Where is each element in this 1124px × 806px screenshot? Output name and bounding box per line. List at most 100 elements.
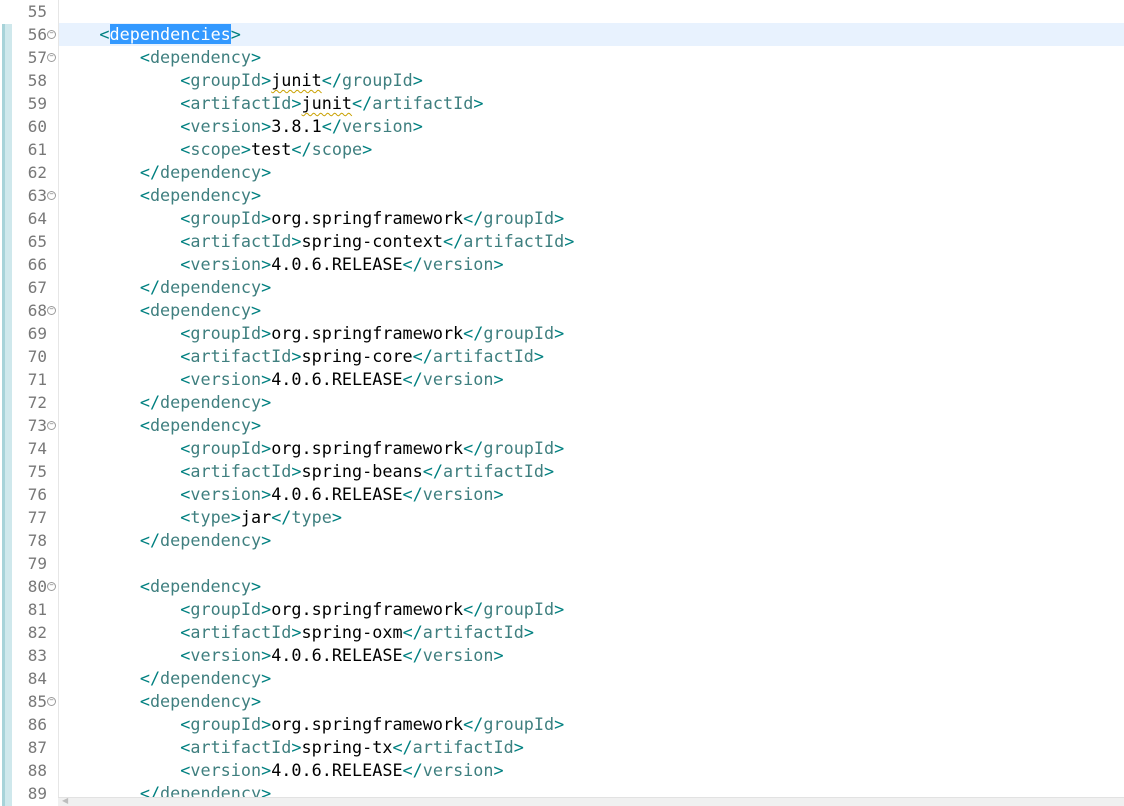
line-content: <type>jar</type> [59,506,1124,529]
code-line[interactable]: 77 <type>jar</type> [0,506,1124,529]
tag-bracket: </ [463,208,484,228]
fold-collapse-icon[interactable] [47,30,56,39]
fold-collapse-icon[interactable] [47,191,56,200]
tag-name: groupId [341,70,413,90]
tag-bracket: </ [402,760,423,780]
line-number: 79 [27,554,47,573]
tag-bracket: > [493,760,504,780]
editor-text-area[interactable]: 55 56 <dependencies>57 <dependency>58 <gr… [0,0,1124,805]
code-line[interactable]: 79 [0,552,1124,575]
code-line[interactable]: 75 <artifactId>spring-beans</artifactId> [0,460,1124,483]
tag-bracket: < [180,139,191,159]
line-content: <artifactId>junit</artifactId> [59,92,1124,115]
tag-bracket: > [261,162,272,182]
tag-bracket: </ [422,461,443,481]
code-line[interactable]: 83 <version>4.0.6.RELEASE</version> [0,644,1124,667]
line-content: </dependency> [59,391,1124,414]
element-text-value: 3.8.1 [271,116,322,136]
code-line[interactable]: 70 <artifactId>spring-core</artifactId> [0,345,1124,368]
code-line[interactable]: 64 <groupId>org.springframework</groupId… [0,207,1124,230]
code-line[interactable]: 74 <groupId>org.springframework</groupId… [0,437,1124,460]
tag-name: artifactId [190,93,292,113]
tag-name: groupId [190,323,262,343]
code-line[interactable]: 78 </dependency> [0,529,1124,552]
line-content: <groupId>org.springframework</groupId> [59,713,1124,736]
tag-bracket: </ [463,323,484,343]
code-line[interactable]: 67 </dependency> [0,276,1124,299]
scroll-left-arrow-icon[interactable]: ◀ [62,797,68,805]
code-line[interactable]: 71 <version>4.0.6.RELEASE</version> [0,368,1124,391]
code-line[interactable]: 82 <artifactId>spring-oxm</artifactId> [0,621,1124,644]
line-content [59,552,1124,575]
code-line[interactable]: 69 <groupId>org.springframework</groupId… [0,322,1124,345]
horizontal-scrollbar[interactable]: ◀ [58,797,1124,806]
line-content: <dependency> [59,299,1124,322]
tag-bracket: > [261,530,272,550]
fold-collapse-icon[interactable] [47,697,56,706]
line-number: 89 [27,784,47,803]
line-number: 63 [27,186,47,205]
line-content: <artifactId>spring-oxm</artifactId> [59,621,1124,644]
code-line[interactable]: 60 <version>3.8.1</version> [0,115,1124,138]
tag-name: version [190,116,262,136]
code-line[interactable]: 55 [0,0,1124,23]
tag-bracket: < [180,93,191,113]
xml-source-editor[interactable]: 55 56 <dependencies>57 <dependency>58 <gr… [0,0,1124,806]
code-line[interactable]: 87 <artifactId>spring-tx</artifactId> [0,736,1124,759]
element-text-value: jar [240,507,272,527]
code-line[interactable]: 86 <groupId>org.springframework</groupId… [0,713,1124,736]
line-content: <version>4.0.6.RELEASE</version> [59,253,1124,276]
line-number: 74 [27,439,47,458]
line-number: 55 [27,2,47,21]
code-line[interactable]: 68 <dependency> [0,299,1124,322]
tag-bracket: < [139,415,150,435]
code-line[interactable]: 81 <groupId>org.springframework</groupId… [0,598,1124,621]
tag-name: version [341,116,413,136]
tag-name: artifactId [432,346,534,366]
code-line[interactable]: 80 <dependency> [0,575,1124,598]
code-line[interactable]: 85 <dependency> [0,690,1124,713]
code-line[interactable]: 56 <dependencies> [0,23,1124,46]
code-line[interactable]: 76 <version>4.0.6.RELEASE</version> [0,483,1124,506]
tag-name: dependency [149,185,251,205]
code-line[interactable]: 57 <dependency> [0,46,1124,69]
tag-name: version [190,645,262,665]
code-line[interactable]: 66 <version>4.0.6.RELEASE</version> [0,253,1124,276]
code-line[interactable]: 84 </dependency> [0,667,1124,690]
code-line[interactable]: 62 </dependency> [0,161,1124,184]
tag-bracket: </ [463,599,484,619]
tag-bracket: > [362,139,373,159]
tag-bracket: > [250,300,262,320]
tag-bracket: > [291,737,302,757]
element-text-value: 4.0.6.RELEASE [271,760,403,780]
fold-collapse-icon[interactable] [47,421,56,430]
fold-collapse-icon[interactable] [47,582,56,591]
code-line[interactable]: 58 <groupId>junit</groupId> [0,69,1124,92]
line-content: <dependency> [59,575,1124,598]
element-text-value: junit [271,70,322,90]
line-content: <artifactId>spring-context</artifactId> [59,230,1124,253]
code-line[interactable]: 73 <dependency> [0,414,1124,437]
code-line[interactable]: 59 <artifactId>junit</artifactId> [0,92,1124,115]
tag-name: dependency [149,415,251,435]
code-line[interactable]: 88 <version>4.0.6.RELEASE</version> [0,759,1124,782]
tag-bracket: > [412,116,423,136]
tag-bracket: < [99,24,110,44]
code-line[interactable]: 72 </dependency> [0,391,1124,414]
fold-collapse-icon[interactable] [47,306,56,315]
code-line[interactable]: 65 <artifactId>spring-context</artifactI… [0,230,1124,253]
code-line[interactable]: 63 <dependency> [0,184,1124,207]
tag-name: groupId [483,714,555,734]
fold-collapse-icon[interactable] [47,53,56,62]
code-line[interactable]: 61 <scope>test</scope> [0,138,1124,161]
